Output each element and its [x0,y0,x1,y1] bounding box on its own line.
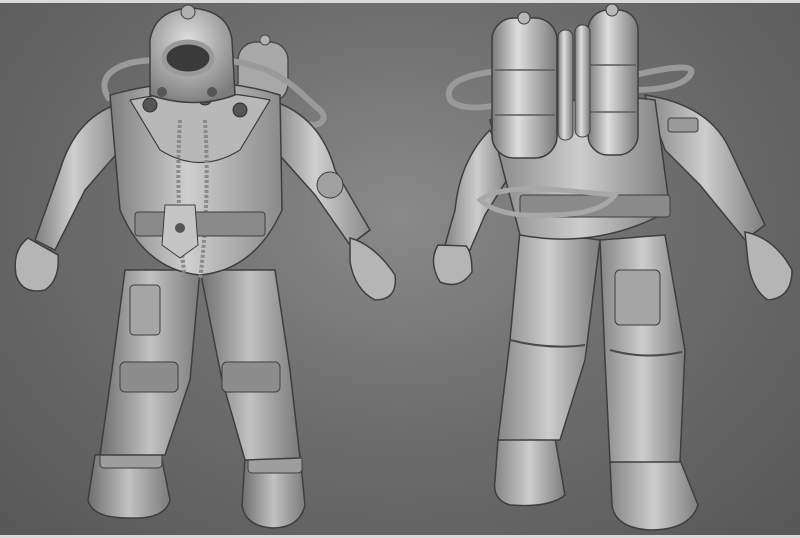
left-boot [87,449,171,519]
back-legs [497,229,686,463]
back-pocket [614,269,661,326]
wrist-gauge [316,171,344,199]
back-right-boot [609,459,699,531]
right-arm [269,98,397,301]
large-tank-right [587,9,639,156]
left-arm [14,103,121,292]
diving-helmet [149,4,236,104]
diver-suit-back [432,3,793,531]
helmet-viewport [161,39,215,77]
right-glove [349,237,397,301]
arm-plate [667,117,699,133]
legs [99,269,301,461]
back-right-glove [744,231,793,301]
back-left-boot [493,437,566,507]
belt [134,211,266,237]
back-hose-right [629,64,695,93]
large-tank-left [491,17,558,159]
diver-suit-front [14,4,397,529]
right-knee-pad [221,361,281,393]
back-left-glove [432,244,473,286]
torso [109,81,283,281]
small-tank-2 [574,24,591,138]
small-tank-1 [557,29,574,141]
front-view-panel [0,0,400,538]
right-boot [241,454,306,529]
left-knee-pad [119,361,179,393]
air-tanks [491,3,639,159]
back-view-panel [400,0,800,538]
thigh-pocket [129,284,161,336]
helmet-valve [180,4,196,20]
render-canvas [0,0,800,538]
